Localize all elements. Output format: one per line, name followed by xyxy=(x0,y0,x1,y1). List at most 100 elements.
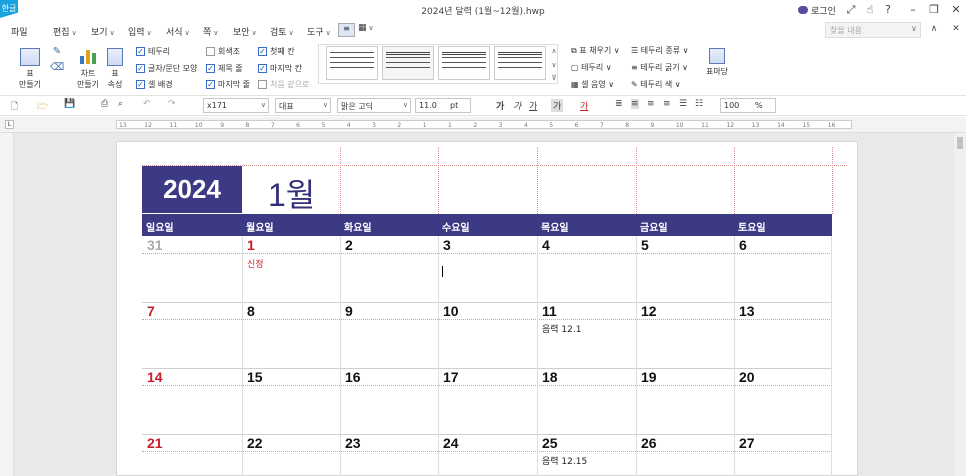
close-icon[interactable]: ✕ xyxy=(948,2,964,18)
calendar-day-number[interactable]: 7 xyxy=(147,303,155,319)
check-grayscale[interactable]: 회색조 xyxy=(206,46,240,57)
menu-review[interactable]: 검토 ∨ xyxy=(270,25,294,38)
border-color-button[interactable]: ✎ 테두리 색 ∨ xyxy=(631,79,681,90)
table-layout-tab-icon[interactable]: ▦ ∨ xyxy=(358,23,374,33)
table-macro-button[interactable]: 표마당 xyxy=(702,48,732,77)
calendar-day-number[interactable]: 6 xyxy=(739,237,747,253)
strike-button[interactable]: 가 xyxy=(551,99,564,112)
menu-insert[interactable]: 입력 ∨ xyxy=(128,25,152,38)
save-icon[interactable]: 💾 xyxy=(64,99,75,109)
calendar-day-number[interactable]: 23 xyxy=(345,435,361,451)
table-style-4[interactable] xyxy=(494,46,546,80)
calendar-day-number[interactable]: 20 xyxy=(739,369,755,385)
calendar-day-number[interactable]: 1 xyxy=(247,237,255,253)
calendar-day-number[interactable]: 16 xyxy=(345,369,361,385)
calendar-day-number[interactable]: 11 xyxy=(542,303,557,319)
align-left-icon[interactable]: ≡ xyxy=(631,99,639,109)
calendar-day-number[interactable]: 24 xyxy=(443,435,459,451)
check-title-row[interactable]: ✓ 제목 줄 xyxy=(206,63,243,74)
paragraph-style-select[interactable]: 대표 ∨ xyxy=(275,98,331,113)
calendar-day-number[interactable]: 17 xyxy=(443,369,459,385)
align-center-icon[interactable]: ≡ xyxy=(647,99,655,109)
calendar-day-number[interactable]: 3 xyxy=(443,237,451,253)
print-icon[interactable]: ⎙ xyxy=(101,99,108,109)
calendar-day-number[interactable]: 31 xyxy=(147,237,163,253)
ruler-tab-icon[interactable]: L xyxy=(5,120,14,129)
calendar-day-number[interactable]: 27 xyxy=(739,435,755,451)
minimize-icon[interactable]: – xyxy=(905,2,921,18)
check-same-as-first[interactable]: 처음 같으로 xyxy=(258,79,309,90)
calendar-day-number[interactable]: 26 xyxy=(641,435,657,451)
style-select[interactable]: x171 ∨ xyxy=(203,98,269,113)
border-button[interactable]: ▢ 테두리 ∨ xyxy=(571,62,612,73)
font-color-button[interactable]: 가 xyxy=(580,99,588,112)
table-create-button[interactable]: 표 만들기 xyxy=(16,48,44,90)
calendar-day-number[interactable]: 8 xyxy=(247,303,255,319)
font-select[interactable]: 맑은 고딕 ∨ xyxy=(337,98,411,113)
calendar-day-number[interactable]: 2 xyxy=(345,237,353,253)
align-right-icon[interactable]: ≡ xyxy=(663,99,671,109)
check-cell-bg[interactable]: ✓ 셀 배경 xyxy=(136,79,173,90)
check-first-col[interactable]: ✓ 첫째 칸 xyxy=(258,46,295,57)
calendar-day-number[interactable]: 4 xyxy=(542,237,550,253)
calendar-day-number[interactable]: 5 xyxy=(641,237,649,253)
menu-security[interactable]: 보안 ∨ xyxy=(233,25,257,38)
search-input[interactable]: 찾을 내용 ∨ xyxy=(825,22,921,38)
zoom-select[interactable]: 100% xyxy=(720,98,776,113)
gallery-down-icon[interactable]: ∨ xyxy=(549,61,559,69)
align-divide-icon[interactable]: ☷ xyxy=(695,99,703,109)
font-size-input[interactable]: 11.0 pt xyxy=(415,98,471,113)
check-last-row[interactable]: ✓ 마지막 줄 xyxy=(206,79,250,90)
calendar-day-number[interactable]: 12 xyxy=(641,303,657,319)
calendar-day-number[interactable]: 21 xyxy=(147,435,163,451)
erase-table-icon[interactable]: ⌫ xyxy=(50,62,64,73)
calendar-day-number[interactable]: 25 xyxy=(542,435,558,451)
check-border[interactable]: ✓ 테두리 xyxy=(136,46,170,57)
calendar-day-number[interactable]: 13 xyxy=(739,303,755,319)
border-type-button[interactable]: ☰ 테두리 종류 ∨ xyxy=(631,45,688,56)
undo-icon[interactable]: ↶ xyxy=(143,99,151,109)
menu-tools[interactable]: 도구 ∨ xyxy=(307,25,331,38)
italic-button[interactable]: 가 xyxy=(513,99,521,112)
calendar-day-number[interactable]: 15 xyxy=(247,369,263,385)
menu-page[interactable]: 쪽 ∨ xyxy=(203,25,218,38)
border-width-button[interactable]: ≡ 테두리 굵기 ∨ xyxy=(631,62,688,73)
table-style-2[interactable] xyxy=(382,46,434,80)
check-last-col[interactable]: ✓ 마지막 칸 xyxy=(258,63,302,74)
draw-table-icon[interactable]: ✎ xyxy=(50,46,64,57)
help-icon[interactable]: ? xyxy=(880,2,896,18)
open-folder-icon[interactable]: 🗁 xyxy=(37,99,48,115)
gallery-up-icon[interactable]: ∧ xyxy=(549,47,559,55)
ruler-bar[interactable]: 13 12 11 10 9 8 7 6 5 4 3 2 1 1 2 3 4 5 6 7 8 9 10 11 12 13 14 15 16 xyxy=(116,120,852,129)
login-button[interactable]: 로그인 xyxy=(798,3,836,17)
new-doc-icon[interactable]: 🗋 xyxy=(11,99,18,115)
menu-view[interactable]: 보기 ∨ xyxy=(91,25,115,38)
fill-table-button[interactable]: ⧉ 표 채우기 ∨ xyxy=(571,45,620,56)
hand-icon[interactable]: ☝ xyxy=(862,2,878,18)
calendar-day-number[interactable]: 14 xyxy=(147,369,163,385)
calendar-day-number[interactable]: 9 xyxy=(345,303,353,319)
preview-icon[interactable]: ⌕ xyxy=(118,99,123,109)
menu-file[interactable]: 파일 xyxy=(11,25,28,38)
table-style-3[interactable] xyxy=(438,46,490,80)
redo-icon[interactable]: ↷ xyxy=(168,99,176,109)
menu-edit[interactable]: 편집 ∨ xyxy=(53,25,77,38)
expand-icon[interactable]: ⤢ xyxy=(843,2,859,18)
restore-icon[interactable]: ❐ xyxy=(926,2,942,18)
bold-button[interactable]: 가 xyxy=(496,99,504,112)
scroll-thumb[interactable] xyxy=(957,137,963,149)
gallery-more-icon[interactable]: ⊽ xyxy=(549,74,559,82)
table-props-button[interactable]: 표 속성 xyxy=(104,48,126,90)
calendar-day-number[interactable]: 10 xyxy=(443,303,459,319)
calendar-day-number[interactable]: 22 xyxy=(247,435,263,451)
cell-shade-button[interactable]: ▦ 셀 음영 ∨ xyxy=(571,79,614,90)
align-distribute-icon[interactable]: ☰ xyxy=(679,99,687,109)
calendar-day-number[interactable]: 19 xyxy=(641,369,657,385)
chart-create-button[interactable]: 차트 만들기 xyxy=(74,48,102,90)
vertical-scrollbar[interactable] xyxy=(954,133,966,476)
table-design-tab-icon[interactable]: ≡ xyxy=(338,23,355,37)
menu-format[interactable]: 서식 ∨ xyxy=(166,25,190,38)
collapse-ribbon-icon[interactable]: ∧ xyxy=(926,21,942,37)
close-doc-icon[interactable]: ✕ xyxy=(948,21,964,37)
align-justify-icon[interactable]: ≣ xyxy=(615,99,623,109)
